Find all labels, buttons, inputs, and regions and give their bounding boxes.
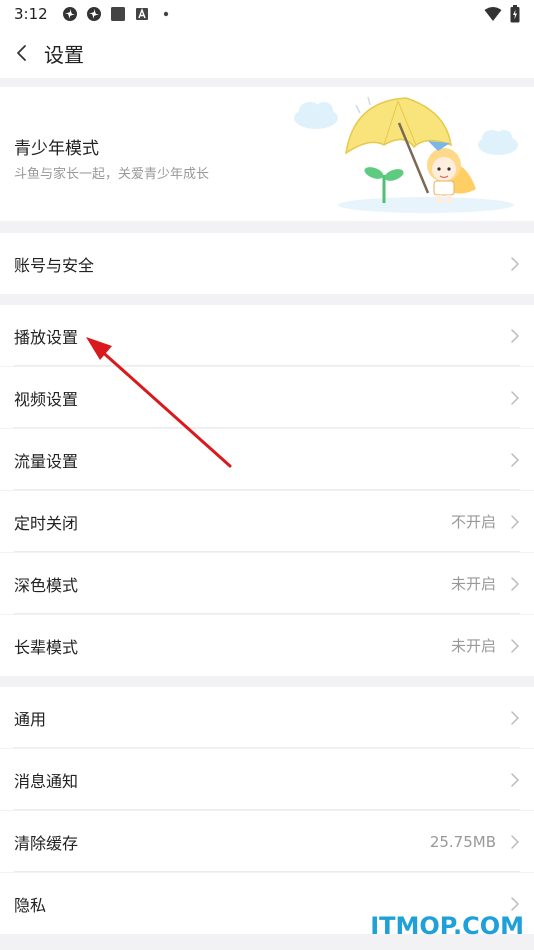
app-a-icon — [134, 6, 150, 22]
dot-icon — [158, 6, 174, 22]
divider — [14, 613, 520, 614]
divider — [14, 365, 520, 366]
row-label: 定时关闭 — [14, 513, 79, 533]
row-value: 25.75MB — [429, 832, 496, 851]
title-bar: 设置 — [0, 28, 534, 78]
cloud-icon — [294, 102, 338, 129]
row-label: 清除缓存 — [14, 833, 79, 853]
teen-mode-subtitle: 斗鱼与家长一起，关爱青少年成长 — [14, 167, 210, 182]
chevron-right-icon — [511, 711, 519, 725]
row-playback-settings[interactable]: 播放设置 — [0, 305, 534, 366]
status-right — [484, 5, 520, 27]
chevron-right-icon — [511, 453, 519, 467]
row-dark-mode[interactable]: 深色模式 未开启 — [0, 553, 534, 614]
chevron-left-icon — [17, 45, 26, 61]
status-time: 3:12 — [14, 5, 48, 23]
pinwheel-icon — [62, 6, 78, 22]
row-label: 长辈模式 — [14, 637, 79, 657]
row-clear-cache[interactable]: 清除缓存 25.75MB — [0, 811, 534, 872]
divider — [14, 809, 520, 810]
chevron-right-icon — [511, 257, 519, 271]
page-title: 设置 — [44, 42, 84, 67]
teen-mode-illustration — [294, 96, 518, 213]
row-label: 账号与安全 — [14, 255, 95, 275]
divider — [14, 427, 520, 428]
square-icon — [110, 6, 126, 22]
row-value: 未开启 — [450, 575, 496, 593]
row-value: 未开启 — [450, 637, 496, 655]
row-label: 隐私 — [14, 895, 47, 915]
chevron-right-icon — [511, 329, 519, 343]
back-button[interactable] — [2, 28, 42, 78]
chevron-right-icon — [511, 391, 519, 405]
status-bar: 3:12 — [0, 0, 534, 28]
chevron-right-icon — [511, 515, 519, 529]
watermark: ITMOP.COM — [370, 912, 524, 940]
cloud-icon — [478, 130, 518, 155]
wifi-icon — [484, 6, 502, 26]
row-label: 消息通知 — [14, 771, 79, 791]
row-label: 播放设置 — [14, 327, 79, 347]
row-general[interactable]: 通用 — [0, 687, 534, 748]
row-label: 通用 — [14, 709, 47, 729]
row-data-settings[interactable]: 流量设置 — [0, 429, 534, 490]
pinwheel-icon — [86, 6, 102, 22]
divider — [14, 551, 520, 552]
row-label: 视频设置 — [14, 389, 79, 409]
sprout-icon — [364, 167, 404, 203]
teen-mode-title: 青少年模式 — [14, 139, 99, 159]
divider — [14, 747, 520, 748]
row-notifications[interactable]: 消息通知 — [0, 749, 534, 810]
chevron-right-icon — [511, 897, 519, 911]
row-account-security[interactable]: 账号与安全 — [0, 233, 534, 294]
teen-mode-card[interactable]: 青少年模式 斗鱼与家长一起，关爱青少年成长 — [0, 87, 534, 221]
divider — [14, 871, 520, 872]
row-elder-mode[interactable]: 长辈模式 未开启 — [0, 615, 534, 676]
chevron-right-icon — [511, 577, 519, 591]
row-value: 不开启 — [450, 513, 496, 531]
row-label: 流量设置 — [14, 451, 79, 471]
row-sleep-timer[interactable]: 定时关闭 不开启 — [0, 491, 534, 552]
chevron-right-icon — [511, 835, 519, 849]
divider — [14, 489, 520, 490]
row-video-settings[interactable]: 视频设置 — [0, 367, 534, 428]
row-label: 深色模式 — [14, 575, 79, 595]
chevron-right-icon — [511, 639, 519, 653]
chevron-right-icon — [511, 773, 519, 787]
battery-icon — [510, 5, 520, 27]
character-illustration — [427, 141, 476, 203]
